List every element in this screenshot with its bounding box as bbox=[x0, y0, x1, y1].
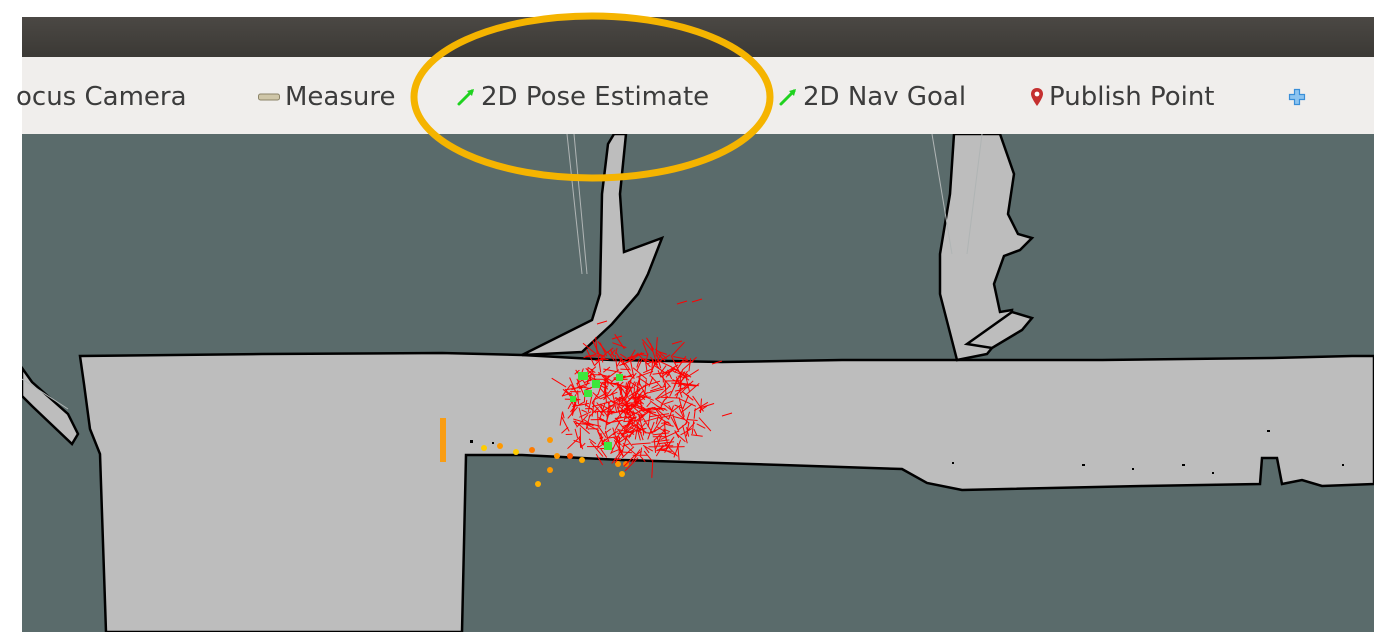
green-arrow-icon bbox=[456, 87, 476, 107]
map-render-view[interactable] bbox=[22, 134, 1374, 632]
pose-estimate-tool-label: 2D Pose Estimate bbox=[481, 82, 710, 112]
particle-arrow bbox=[612, 342, 627, 349]
publish-point-tool[interactable]: Publish Point bbox=[1030, 79, 1215, 115]
particle-arrow bbox=[691, 298, 703, 303]
green-arrow-icon bbox=[778, 87, 798, 107]
map-pin-icon bbox=[1030, 87, 1044, 107]
plus-icon bbox=[1288, 88, 1306, 106]
particle-arrow bbox=[599, 342, 608, 357]
tools-toolbar: ocus Camera Measure 2D Pose Estimate 2D … bbox=[16, 57, 1374, 135]
free-space-area bbox=[22, 134, 1374, 632]
publish-point-tool-label: Publish Point bbox=[1049, 82, 1215, 112]
nav-goal-tool[interactable]: 2D Nav Goal bbox=[778, 79, 966, 115]
particle-arrow bbox=[668, 446, 685, 448]
particle-arrow bbox=[676, 300, 688, 305]
rviz-window: ocus Camera Measure 2D Pose Estimate 2D … bbox=[0, 0, 1374, 632]
window-title-bar bbox=[22, 17, 1374, 57]
particle-arrow bbox=[651, 459, 654, 478]
ruler-icon bbox=[258, 92, 280, 102]
particle-arrow bbox=[639, 353, 647, 357]
focus-camera-tool-label: ocus Camera bbox=[16, 82, 187, 112]
particle-arrow bbox=[671, 341, 685, 357]
measure-tool-label: Measure bbox=[285, 82, 396, 112]
measure-tool[interactable]: Measure bbox=[258, 79, 396, 115]
pose-estimate-tool[interactable]: 2D Pose Estimate bbox=[456, 79, 709, 115]
add-tool-button[interactable] bbox=[1288, 79, 1311, 115]
occupancy-grid-map bbox=[22, 134, 1374, 632]
particle-arrow bbox=[655, 445, 674, 447]
focus-camera-tool[interactable]: ocus Camera bbox=[16, 79, 187, 115]
particle-arrow bbox=[671, 340, 683, 345]
nav-goal-tool-label: 2D Nav Goal bbox=[803, 82, 967, 112]
